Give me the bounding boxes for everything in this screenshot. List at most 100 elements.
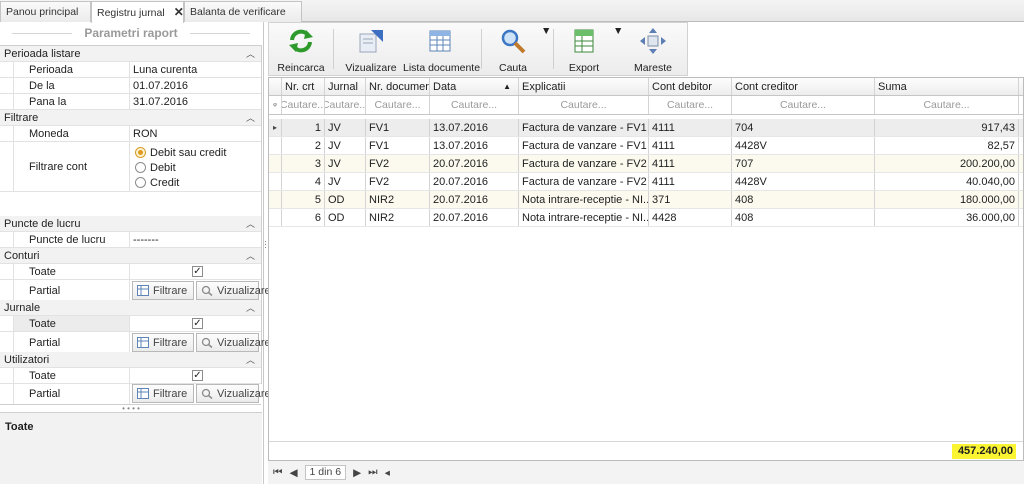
cell-nr-crt[interactable]: 4 [282,173,325,190]
toate-checkbox[interactable]: ✓ [192,318,203,329]
filter-jurnal[interactable]: Cautare... [325,96,366,114]
chevron-up-icon[interactable]: ︿ [246,353,255,366]
cell-nr-document[interactable]: NIR2 [366,209,430,226]
lista-documente-button[interactable]: Lista documente [403,25,480,75]
vizualizare-button[interactable]: Vizualizare [196,384,271,403]
property-row[interactable]: Toate ✓ [0,368,261,384]
cell-cont-creditor[interactable]: 408 [732,191,875,208]
radio-debit-sau-credit[interactable]: Debit sau credit [135,145,226,160]
property-row[interactable]: Toate ✓ [0,316,261,332]
column-header-nr-crt[interactable]: Nr. crt [282,78,325,95]
cell-jurnal[interactable]: OD [325,209,366,226]
cell-nr-crt[interactable]: 1 [282,119,325,136]
cell-cont-creditor[interactable]: 408 [732,209,875,226]
property-row[interactable]: Moneda RON [0,126,261,142]
cell-suma[interactable]: 40.040,00 [875,173,1019,190]
row-indicator[interactable] [269,155,282,172]
property-row[interactable]: Pana la 31.07.2016 [0,94,261,110]
cell-explicatii[interactable]: Factura de vanzare - FV1 ... [519,137,649,154]
toate-checkbox[interactable]: ✓ [192,370,203,381]
cell-explicatii[interactable]: Nota intrare-receptie - NI... [519,191,649,208]
perioada-value[interactable]: Luna curenta [131,62,261,77]
filter-nr-crt[interactable]: Cautare... [282,96,325,114]
cell-cont-creditor[interactable]: 707 [732,155,875,172]
cell-nr-crt[interactable]: 6 [282,209,325,226]
cell-data[interactable]: 20.07.2016 [430,209,519,226]
category-jurnale[interactable]: Jurnale ︿ [0,300,261,316]
column-header-nr-document[interactable]: Nr. document [366,78,430,95]
property-row[interactable]: Perioada Luna curenta [0,62,261,78]
radio-credit[interactable]: Credit [135,175,226,190]
reincarca-button[interactable]: Reincarca [273,25,329,75]
table-row[interactable]: 5 OD NIR2 20.07.2016 Nota intrare-receptie -… [269,191,1023,209]
category-conturi[interactable]: Conturi ︿ [0,248,261,264]
current-row-icon[interactable]: ▸ [269,119,282,136]
row-indicator[interactable] [269,209,282,226]
chevron-down-icon[interactable]: ▼ [541,25,551,37]
chevron-down-icon[interactable]: ▼ [613,25,623,37]
category-utilizatori[interactable]: Utilizatori ︿ [0,352,261,368]
cell-data[interactable]: 13.07.2016 [430,137,519,154]
cell-nr-document[interactable]: FV1 [366,119,430,136]
tab-balanta-verificare[interactable]: Balanta de verificare [184,1,302,22]
cell-nr-document[interactable]: FV1 [366,137,430,154]
tab-panou-principal[interactable]: Panou principal [0,1,91,22]
page-indicator[interactable]: 1 din 6 [304,465,347,480]
vizualizare-button[interactable]: Vizualizare [196,281,271,300]
column-header-suma[interactable]: Suma [875,78,1019,95]
column-header-jurnal[interactable]: Jurnal [325,78,366,95]
column-header-cont-debitor[interactable]: Cont debitor [649,78,732,95]
cell-jurnal[interactable]: JV [325,137,366,154]
cell-cont-creditor[interactable]: 704 [732,119,875,136]
cell-jurnal[interactable]: JV [325,119,366,136]
cell-jurnal[interactable]: JV [325,155,366,172]
cell-explicatii[interactable]: Factura de vanzare - FV2 ... [519,155,649,172]
mareste-button[interactable]: Mareste [627,25,679,75]
cell-data[interactable]: 13.07.2016 [430,119,519,136]
cell-suma[interactable]: 917,43 [875,119,1019,136]
filter-explicatii[interactable]: Cautare... [519,96,649,114]
radio-debit[interactable]: Debit [135,160,226,175]
cell-cont-creditor[interactable]: 4428V [732,137,875,154]
export-button[interactable]: Export [559,25,609,75]
cell-cont-debitor[interactable]: 4111 [649,155,732,172]
filter-data[interactable]: Cautare... [430,96,519,114]
vertical-splitter-grip[interactable]: · · · [264,237,267,252]
currency-value[interactable]: RON [131,126,261,141]
cell-suma[interactable]: 180.000,00 [875,191,1019,208]
category-perioada[interactable]: Perioada listare ︿ [0,46,261,62]
cell-nr-document[interactable]: FV2 [366,173,430,190]
chevron-up-icon[interactable]: ︿ [246,217,255,230]
cell-jurnal[interactable]: OD [325,191,366,208]
category-filtrare[interactable]: Filtrare ︿ [0,110,261,126]
cell-cont-creditor[interactable]: 4428V [732,173,875,190]
cell-nr-document[interactable]: NIR2 [366,191,430,208]
filter-nr-document[interactable]: Cautare... [366,96,430,114]
cell-nr-crt[interactable]: 2 [282,137,325,154]
filtrare-button[interactable]: Filtrare [132,384,194,403]
tab-registru-jurnal[interactable]: Registru jurnal ✕ [91,1,184,23]
cell-suma[interactable]: 200.200,00 [875,155,1019,172]
cell-jurnal[interactable]: JV [325,173,366,190]
close-icon[interactable]: ✕ [174,5,184,19]
vizualizare-button[interactable]: Vizualizare [196,333,271,352]
cell-data[interactable]: 20.07.2016 [430,191,519,208]
cauta-button[interactable]: Cauta [491,25,535,75]
cell-cont-debitor[interactable]: 4428 [649,209,732,226]
column-header-explicatii[interactable]: Explicatii [519,78,649,95]
cell-nr-document[interactable]: FV2 [366,155,430,172]
cell-cont-debitor[interactable]: 4111 [649,119,732,136]
cell-suma[interactable]: 36.000,00 [875,209,1019,226]
cell-data[interactable]: 20.07.2016 [430,173,519,190]
table-row[interactable]: ▸ 1 JV FV1 13.07.2016 Factura de vanzare - FV… [269,119,1023,137]
property-row[interactable]: Filtrare cont Debit sau credit Debit Cre… [0,142,261,192]
page-dropdown-icon[interactable]: ◂ [385,467,390,479]
cell-cont-debitor[interactable]: 4111 [649,173,732,190]
filtrare-button[interactable]: Filtrare [132,281,194,300]
prev-page-icon[interactable]: ◀ [289,467,297,479]
date-from-field[interactable]: 01.07.2016 [131,78,261,93]
row-indicator[interactable] [269,191,282,208]
property-row[interactable]: Puncte de lucru ------- [0,232,261,248]
cell-cont-debitor[interactable]: 4111 [649,137,732,154]
table-row[interactable]: 4 JV FV2 20.07.2016 Factura de vanzare - FV2… [269,173,1023,191]
